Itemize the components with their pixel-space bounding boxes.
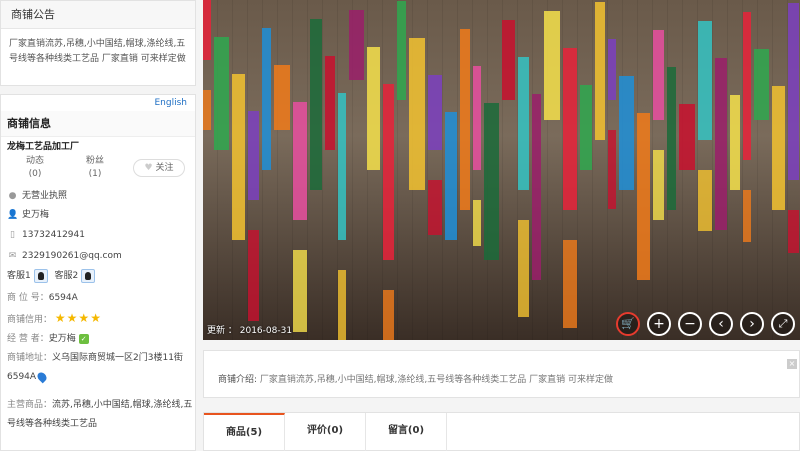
shop-notice-title: 商铺公告: [1, 1, 195, 29]
shop-name[interactable]: 龙梅工艺品加工厂: [7, 139, 79, 152]
shop-photo[interactable]: 更新 ： 2016-08-31 🛒 + − ‹ › ⤢: [203, 0, 800, 340]
license-text: 无营业执照: [22, 191, 68, 201]
booth-label: 商 位 号：: [7, 293, 49, 303]
heart-icon: ♥: [144, 163, 153, 173]
stat-fans-label: 粉丝: [85, 156, 104, 166]
booth-row: 商 位 号：6594A: [7, 289, 78, 307]
shop-intro-bar: 商铺介绍: 厂家直销流苏,吊穗,小中国结,帽球,涤纶线,五号线等各种线类工艺品 …: [203, 350, 800, 398]
intro-label: 商铺介绍:: [218, 375, 258, 385]
map-pin-icon[interactable]: [35, 370, 49, 383]
license-row: ● 无营业执照: [7, 187, 67, 205]
address-row: 商铺地址：义乌国际商贸城一区2门3楼11街6594A: [7, 349, 193, 387]
update-label: 更新 ：: [207, 326, 237, 336]
star-icon: ★: [90, 311, 101, 325]
phone-row: ▯ 13732412941: [7, 226, 85, 244]
follow-label: 关注: [155, 163, 174, 173]
update-info: 更新 ： 2016-08-31: [207, 323, 292, 336]
shop-info-title: 商铺信息: [1, 111, 195, 137]
cart-icon[interactable]: 🛒: [616, 312, 640, 336]
follow-button[interactable]: ♥ 关注: [133, 159, 185, 177]
phone-number: 13732412941: [22, 230, 85, 240]
qq-chat-icon[interactable]: [81, 268, 96, 283]
stat-dynamic-label: 动态: [25, 156, 44, 166]
shop-notice-panel: 商铺公告 厂家直销流苏,吊穗,小中国结,帽球,涤纶线,五号线等各种线类工艺品 厂…: [0, 0, 196, 86]
shop-intro: 商铺介绍: 厂家直销流苏,吊穗,小中国结,帽球,涤纶线,五号线等各种线类工艺品 …: [218, 372, 613, 385]
products-row: 主营商品：流苏,吊穗,小中国结,帽球,涤纶线,五号线等各种线类工艺品: [7, 396, 193, 434]
service1-label: 客服1: [7, 271, 31, 281]
prev-icon[interactable]: ‹: [709, 312, 733, 336]
fullscreen-icon[interactable]: ⤢: [771, 312, 795, 336]
english-link[interactable]: English: [155, 98, 188, 108]
stat-fans[interactable]: 粉丝 (1): [75, 155, 115, 181]
products-label: 主营商品：: [7, 400, 53, 410]
qq-chat-icon[interactable]: [33, 268, 48, 283]
stat-fans-count: (1): [88, 169, 102, 179]
shop-stats: 动态 (0) 粉丝 (1) ♥ 关注: [1, 155, 195, 183]
credit-stars: ★★★★: [55, 311, 102, 325]
next-icon[interactable]: ›: [740, 312, 764, 336]
booth-value: 6594A: [48, 293, 78, 303]
tab-bar: 商品(5) 评价(0) 留言(0): [203, 412, 800, 451]
shop-info-panel: English 商铺信息 龙梅工艺品加工厂 动态 (0) 粉丝 (1) ♥ 关注…: [0, 94, 196, 451]
stat-dynamic-count: (0): [28, 169, 42, 179]
mail-icon: ✉: [8, 251, 17, 261]
service-row: 客服1 客服2: [7, 267, 96, 285]
credit-label: 商铺信用：: [7, 315, 53, 325]
operator-row: 经 营 者：史万梅 ✓: [7, 330, 89, 348]
star-icon: ★: [54, 311, 66, 325]
intro-text: 厂家直销流苏,吊穗,小中国结,帽球,涤纶线,五号线等各种线类工艺品 厂家直销 可…: [259, 375, 613, 385]
license-icon: ●: [8, 191, 17, 201]
zoom-in-icon[interactable]: +: [647, 312, 671, 336]
contact-name: 史万梅: [22, 210, 50, 220]
contact-row: 👤 史万梅: [7, 206, 49, 224]
close-icon[interactable]: ×: [787, 359, 797, 369]
email-address[interactable]: 2329190261@qq.com: [22, 251, 122, 261]
address-label: 商铺地址：: [7, 353, 53, 363]
tab-messages[interactable]: 留言(0): [366, 413, 447, 451]
stat-dynamic[interactable]: 动态 (0): [15, 155, 55, 181]
phone-icon: ▯: [10, 230, 15, 240]
verified-icon: ✓: [78, 333, 89, 344]
email-row: ✉ 2329190261@qq.com: [7, 247, 122, 265]
operator-label: 经 营 者：: [7, 334, 49, 344]
service2-label: 客服2: [54, 271, 79, 281]
credit-row: 商铺信用： ★★★★: [7, 309, 102, 327]
operator-value: 史万梅: [48, 334, 76, 344]
star-icon: ★: [78, 311, 90, 325]
left-sidebar: 商铺公告 厂家直销流苏,吊穗,小中国结,帽球,涤纶线,五号线等各种线类工艺品 厂…: [0, 0, 196, 451]
person-icon: 👤: [7, 210, 19, 220]
tab-reviews[interactable]: 评价(0): [285, 413, 366, 451]
zoom-out-icon[interactable]: −: [678, 312, 702, 336]
star-icon: ★: [66, 311, 78, 325]
tab-products[interactable]: 商品(5): [204, 413, 285, 451]
shop-notice-text: 厂家直销流苏,吊穗,小中国结,帽球,涤纶线,五号线等各种线类工艺品 厂家直销 可…: [9, 39, 186, 64]
update-date: 2016-08-31: [239, 326, 293, 336]
